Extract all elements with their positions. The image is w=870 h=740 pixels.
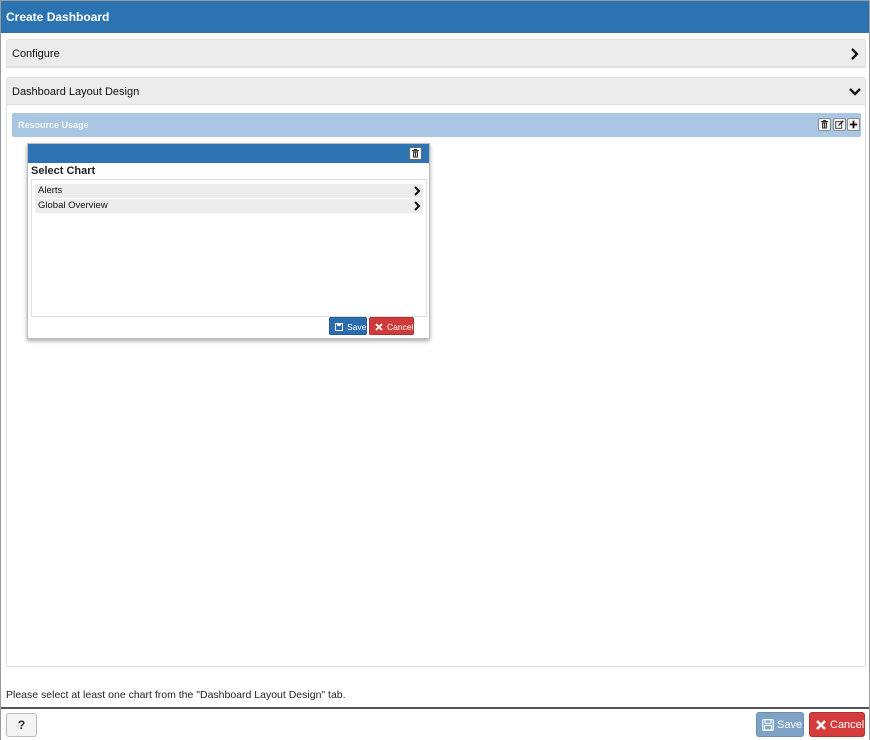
select-chart-title: Select Chart [31, 165, 96, 177]
resource-usage-header: Resource Usage [12, 113, 861, 137]
status-message: Please select at least one chart from th… [6, 689, 346, 701]
accordion-configure[interactable]: Configure [6, 39, 866, 68]
widget-save-label: Save [347, 322, 367, 332]
edit-icon [835, 120, 844, 129]
chart-list: Alerts Global Overview [31, 179, 427, 317]
widget-cancel-label: Cancel [387, 322, 414, 332]
chevron-right-icon [851, 48, 859, 60]
chart-widget-header [28, 144, 429, 163]
delete-section-button[interactable] [818, 118, 831, 131]
close-icon [816, 720, 826, 730]
edit-section-button[interactable] [833, 118, 846, 131]
chart-item-label: Alerts [38, 185, 63, 196]
cancel-button[interactable]: Cancel [809, 712, 865, 737]
widget-cancel-button[interactable]: Cancel [369, 317, 414, 335]
accordion-configure-label: Configure [12, 48, 60, 60]
accordion-layout-label: Dashboard Layout Design [12, 86, 140, 98]
dialog-title: Create Dashboard [1, 1, 869, 33]
chart-widget: Select Chart Alerts Global Overview Save… [27, 143, 430, 339]
accordion-dashboard-layout-design[interactable]: Dashboard Layout Design [6, 77, 866, 105]
chevron-down-icon [849, 88, 861, 96]
plus-icon [849, 120, 858, 129]
chevron-right-icon [414, 186, 421, 196]
floppy-disk-icon [762, 719, 774, 731]
delete-widget-button[interactable] [409, 147, 422, 160]
chart-item-label: Global Overview [38, 200, 108, 211]
add-chart-button[interactable] [847, 118, 860, 131]
chart-item-global-overview[interactable]: Global Overview [35, 199, 423, 213]
trash-icon [821, 120, 828, 129]
cancel-label: Cancel [830, 719, 865, 731]
dialog-body: Configure Dashboard Layout Design Resour… [6, 39, 866, 667]
save-label: Save [777, 719, 803, 731]
floppy-disk-icon [335, 323, 343, 331]
widget-save-button[interactable]: Save [329, 317, 367, 335]
chart-item-alerts[interactable]: Alerts [35, 184, 423, 198]
save-button[interactable]: Save [756, 712, 804, 737]
close-icon [375, 323, 383, 331]
trash-icon [412, 149, 419, 158]
help-button[interactable]: ? [6, 713, 37, 737]
create-dashboard-dialog: Create Dashboard Configure Dashboard Lay… [0, 0, 870, 740]
chevron-right-icon [414, 201, 421, 211]
layout-design-panel: Resource Usage Select Chart Alerts Globa… [6, 105, 866, 667]
resource-usage-title: Resource Usage [18, 120, 89, 130]
dialog-footer: ? Save Cancel [1, 707, 869, 740]
